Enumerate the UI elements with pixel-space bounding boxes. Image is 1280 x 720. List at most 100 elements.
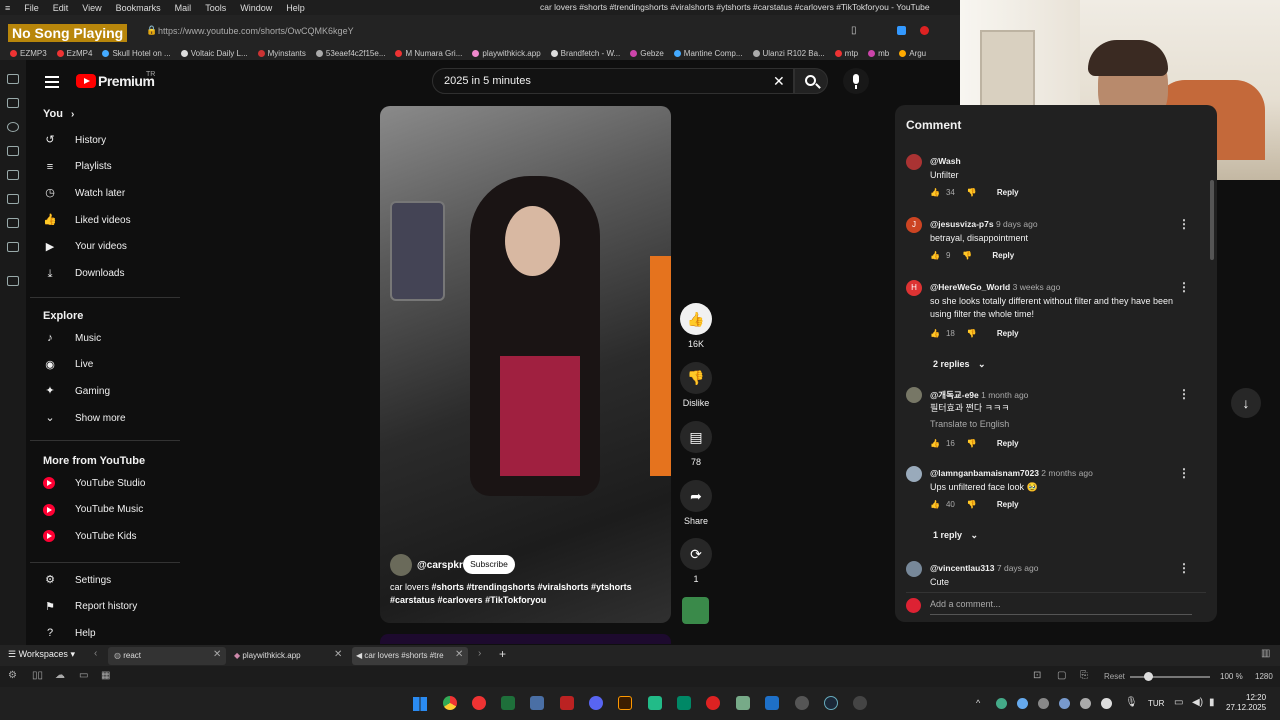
- panel-add-icon[interactable]: [7, 276, 19, 286]
- sidebar-item[interactable]: 👍 Liked videos: [43, 214, 130, 226]
- panel-window-icon[interactable]: [7, 218, 19, 228]
- comment-author[interactable]: @lamnganbamaisnam7023 2 months ago: [930, 468, 1093, 478]
- search-input[interactable]: 2025 in 5 minutes: [444, 75, 531, 87]
- panel-mail-icon[interactable]: [7, 242, 19, 252]
- search-button[interactable]: [794, 68, 828, 94]
- thumb-up-icon[interactable]: 👍: [930, 329, 940, 338]
- bookmark-page-icon[interactable]: ▯: [851, 25, 857, 36]
- panel-toggle-icon[interactable]: ⚙: [8, 670, 17, 681]
- add-comment-input[interactable]: Add a comment...: [930, 599, 1001, 609]
- thumb-down-icon[interactable]: 👎: [967, 439, 977, 448]
- voice-search-button[interactable]: [843, 68, 869, 94]
- comment-author[interactable]: @HereWeGo_World 3 weeks ago: [930, 282, 1060, 292]
- tab-playwithkick[interactable]: ◆ playwithkick.app: [232, 647, 301, 665]
- bookmark-item[interactable]: EzMP4: [56, 49, 92, 58]
- thumb-down-icon[interactable]: 👎: [967, 500, 977, 509]
- thumb-up-icon[interactable]: 👍: [930, 500, 940, 509]
- sidebar-item[interactable]: ⚑ Report history: [43, 601, 137, 613]
- thumb-down-icon[interactable]: 👎: [967, 188, 977, 197]
- share-button[interactable]: ➦: [680, 480, 712, 512]
- thumb-up-icon[interactable]: 👍: [930, 251, 940, 260]
- menu-window[interactable]: Window: [240, 3, 272, 13]
- reply-button[interactable]: Reply: [997, 329, 1019, 338]
- sidebar-item[interactable]: ✦ Gaming: [43, 385, 110, 397]
- panel-notes-icon[interactable]: [7, 146, 19, 156]
- comment-author[interactable]: @Wash: [930, 156, 961, 166]
- view-replies-button[interactable]: 1 reply ⌄: [933, 530, 978, 541]
- channel-avatar[interactable]: [390, 554, 412, 576]
- tray-chevron-icon[interactable]: ^: [976, 698, 980, 708]
- network-icon[interactable]: ▭: [1174, 697, 1183, 708]
- comment-time[interactable]: 9 days ago: [996, 219, 1038, 229]
- tray-icon[interactable]: [1080, 698, 1091, 709]
- youtube-logo-icon[interactable]: [76, 74, 96, 88]
- zoom-slider-handle[interactable]: [1144, 672, 1153, 681]
- bookmark-item[interactable]: playwithkick.app: [472, 49, 541, 58]
- avatar[interactable]: [906, 561, 922, 577]
- tile-icon[interactable]: ▢: [1057, 670, 1066, 681]
- close-tab-icon[interactable]: ✕: [334, 649, 342, 660]
- terminal-icon[interactable]: [501, 696, 515, 710]
- thumb-down-icon[interactable]: 👎: [967, 329, 977, 338]
- workspaces-button[interactable]: ☰ Workspaces ▾: [8, 649, 75, 660]
- avatar[interactable]: J: [906, 217, 922, 233]
- sidebar-item[interactable]: YouTube Music: [43, 503, 143, 516]
- menu-mail[interactable]: Mail: [175, 3, 192, 13]
- next-short-preview[interactable]: [380, 634, 671, 644]
- page-actions-icon[interactable]: ⎘: [1080, 670, 1088, 681]
- comment-author[interactable]: @vincentlau313 7 days ago: [930, 563, 1038, 573]
- tiling-icon[interactable]: ▯▯: [32, 670, 43, 681]
- sidebar-item[interactable]: ◷ Watch later: [43, 187, 125, 199]
- panel-history-icon[interactable]: [7, 122, 19, 132]
- avatar[interactable]: [906, 154, 922, 170]
- tab-react[interactable]: ◍ react: [108, 647, 226, 665]
- clock[interactable]: 12:20 27.12.2025: [1226, 693, 1266, 713]
- short-video-player[interactable]: [380, 106, 671, 623]
- sidebar-item[interactable]: YouTube Kids: [43, 530, 137, 543]
- vivaldi-menu-icon[interactable]: ≡: [5, 3, 10, 13]
- thumb-up-icon[interactable]: 👍: [930, 439, 940, 448]
- sidebar-item[interactable]: ≡ Playlists: [43, 161, 112, 173]
- thumb-up-icon[interactable]: 👍: [930, 188, 940, 197]
- new-tab-icon[interactable]: +: [499, 647, 506, 661]
- reply-button[interactable]: Reply: [997, 500, 1019, 509]
- video-caption-line1[interactable]: car lovers #shorts #trendingshorts #vira…: [390, 582, 632, 592]
- next-short-button[interactable]: ↓: [1231, 388, 1261, 418]
- bookmark-item[interactable]: Brandfetch - W...: [550, 49, 620, 58]
- extension-icon[interactable]: [897, 26, 906, 35]
- volume-icon[interactable]: ◀): [1192, 697, 1203, 708]
- reply-button[interactable]: Reply: [997, 188, 1019, 197]
- remix-button[interactable]: ⟳: [680, 538, 712, 570]
- thumb-down-icon[interactable]: 👎: [962, 251, 972, 260]
- discord-icon[interactable]: [589, 696, 603, 710]
- translate-link[interactable]: Translate to English: [930, 419, 1009, 429]
- extension-icon[interactable]: [920, 26, 929, 35]
- app-icon[interactable]: [677, 696, 691, 710]
- more-options-icon[interactable]: ⋮: [1178, 280, 1190, 294]
- dislike-button[interactable]: 👍: [680, 362, 712, 394]
- tab-back-icon[interactable]: ‹: [94, 648, 97, 659]
- panel-bookmarks-icon[interactable]: [7, 74, 19, 84]
- cloud-sync-icon[interactable]: ☁: [55, 670, 65, 681]
- tray-icon[interactable]: [996, 698, 1007, 709]
- trash-icon[interactable]: ▥: [1261, 648, 1270, 659]
- view-replies-button[interactable]: 2 replies ⌄: [933, 359, 986, 370]
- sidebar-item[interactable]: ▶ Your videos: [43, 241, 127, 253]
- comment-author[interactable]: @개독교-e9e 1 month ago: [930, 389, 1028, 401]
- avatar[interactable]: [906, 466, 922, 482]
- window-icon[interactable]: ▭: [79, 670, 88, 681]
- bookmark-item[interactable]: Voltaic Daily L...: [180, 49, 248, 58]
- panel-downloads-icon[interactable]: [7, 98, 19, 108]
- url-field[interactable]: https://www.youtube.com/shorts/OwCQMK6kg…: [158, 26, 354, 36]
- more-options-icon[interactable]: ⋮: [1178, 561, 1190, 575]
- panel-reading-icon[interactable]: [7, 194, 19, 204]
- more-options-icon[interactable]: ⋮: [1178, 466, 1190, 480]
- bookmark-item[interactable]: Gebze: [630, 49, 664, 58]
- channel-name[interactable]: @carspkr: [417, 560, 463, 571]
- clear-search-icon[interactable]: ✕: [773, 73, 785, 90]
- sidebar-item[interactable]: ⤓ Downloads: [43, 268, 125, 280]
- menu-help[interactable]: Help: [286, 3, 305, 13]
- hamburger-menu-icon[interactable]: [45, 76, 59, 88]
- vivaldi-icon[interactable]: [472, 696, 486, 710]
- avatar[interactable]: H: [906, 280, 922, 296]
